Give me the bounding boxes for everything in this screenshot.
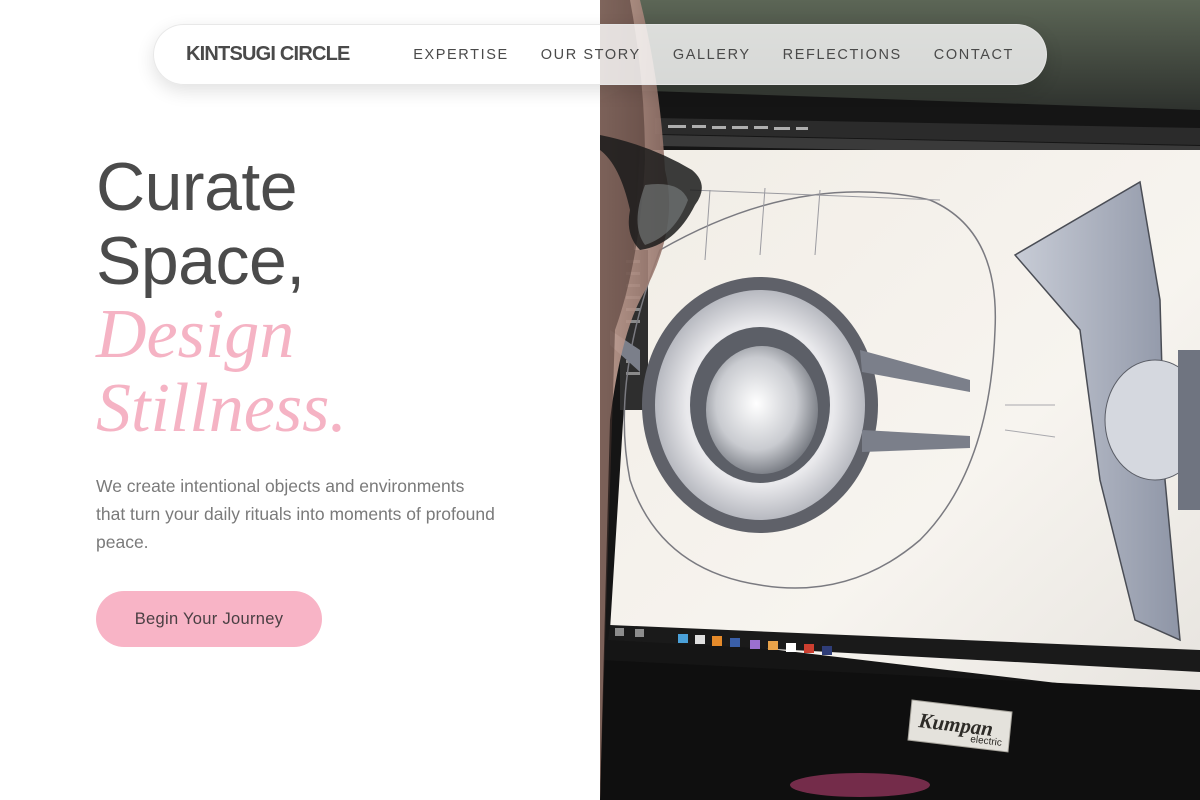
nav-link-reflections[interactable]: REFLECTIONS <box>783 47 902 63</box>
hero-photo: Kumpan electric <box>600 0 1200 800</box>
nav-link-expertise[interactable]: EXPERTISE <box>413 47 509 63</box>
nav-link-gallery[interactable]: GALLERY <box>673 47 751 63</box>
hero-section: Curate Space, Design Stillness. We creat… <box>96 150 566 556</box>
hero-subtitle: We create intentional objects and enviro… <box>96 476 495 552</box>
headline-accent-line-2: Stillness. <box>96 370 347 447</box>
nav-links: EXPERTISE OUR STORY GALLERY REFLECTIONS … <box>413 47 1014 63</box>
nav-link-our-story[interactable]: OUR STORY <box>541 47 641 63</box>
hero-headline: Curate Space, Design Stillness. <box>96 150 566 446</box>
landing-page: Kumpan electric KINTSUGI CIRCLE EXPERTIS… <box>0 0 1200 800</box>
nav-link-contact[interactable]: CONTACT <box>934 47 1014 63</box>
begin-journey-button[interactable]: Begin Your Journey <box>96 591 322 647</box>
headline-accent-line-1: Design <box>96 296 295 373</box>
headline-line-2: Space, <box>96 223 305 299</box>
top-navbar: KINTSUGI CIRCLE EXPERTISE OUR STORY GALL… <box>153 24 1047 85</box>
brand-logo[interactable]: KINTSUGI CIRCLE <box>186 43 350 66</box>
monitor-photo-illustration: Kumpan electric <box>600 0 1200 800</box>
headline-line-1: Curate <box>96 149 298 225</box>
